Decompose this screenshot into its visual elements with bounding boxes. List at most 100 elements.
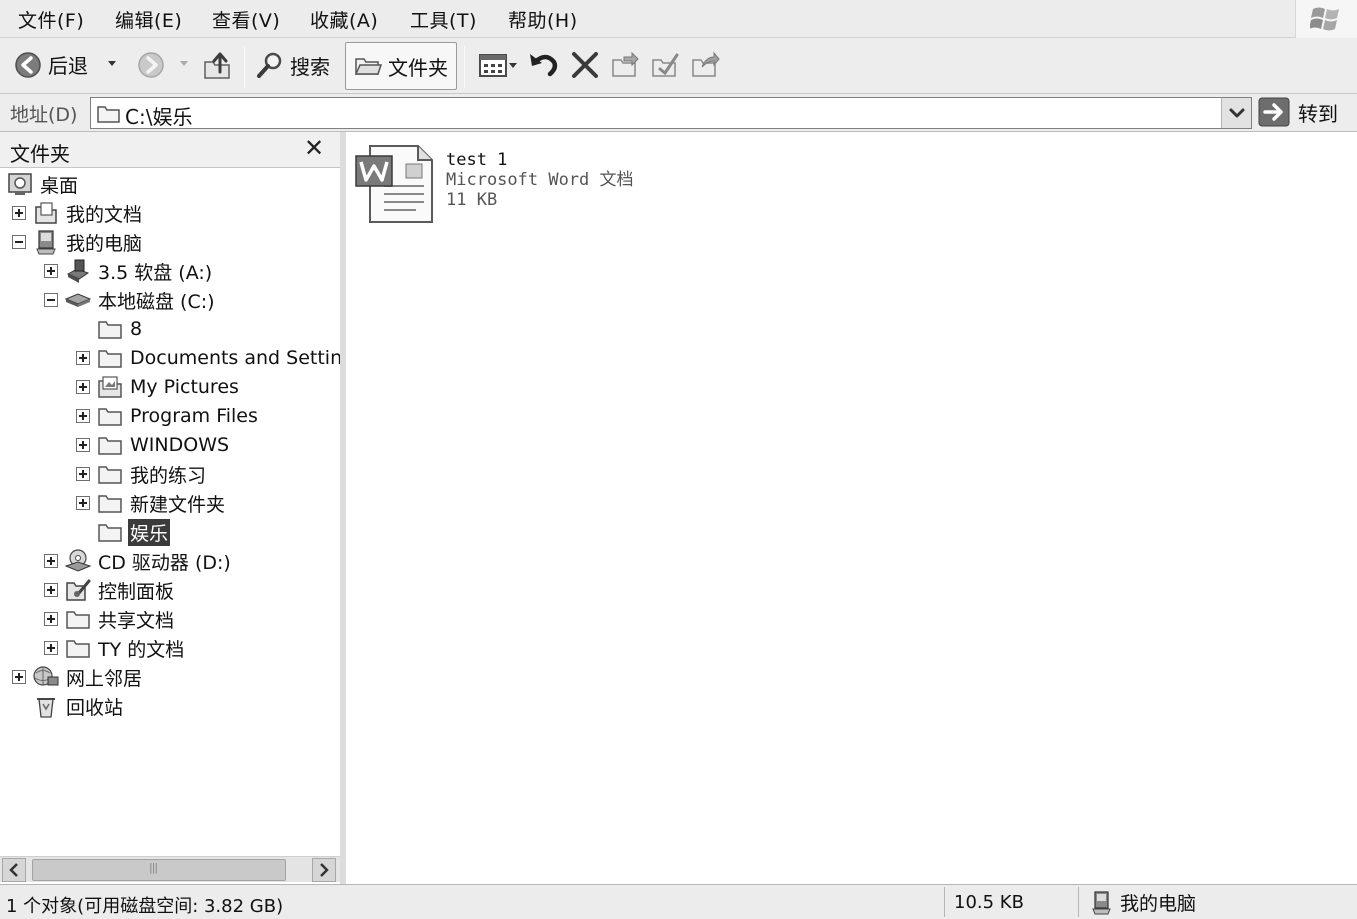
address-dropdown-button[interactable] (1221, 98, 1251, 128)
file-list-pane[interactable]: test 1 Microsoft Word 文档 11 KB (346, 132, 1357, 884)
tree-node-desktop[interactable]: 桌面 (6, 170, 80, 198)
up-folder-icon (204, 52, 230, 79)
forward-button[interactable] (137, 51, 165, 79)
folder-icon (97, 106, 120, 123)
tree-node-my-pictures[interactable]: My Pictures (76, 373, 241, 401)
tree-node-shared-documents[interactable]: 共享文档 (44, 605, 176, 633)
tree-node-network-places[interactable]: 网上邻居 (12, 663, 144, 691)
menu-tools[interactable]: 工具(T) (410, 6, 477, 33)
tree-node-folder-8[interactable]: 8 (76, 315, 144, 343)
expand-plus-icon[interactable] (44, 264, 58, 278)
forward-history-dropdown[interactable] (178, 58, 190, 68)
back-history-dropdown[interactable] (106, 58, 118, 68)
expand-plus-icon[interactable] (44, 641, 58, 655)
views-button[interactable] (478, 52, 518, 80)
tree-node-label: 8 (130, 318, 143, 340)
status-divider (1078, 887, 1079, 917)
address-input[interactable]: C:\娱乐 (90, 97, 1252, 129)
tree-node-floppy-drive[interactable]: 3.5 软盘 (A:) (44, 257, 214, 285)
copy-to-button[interactable] (650, 51, 680, 79)
tree-node-label: 我的文档 (66, 203, 143, 226)
collapse-minus-icon[interactable] (44, 293, 58, 307)
tree-node-label: CD 驱动器 (D:) (98, 551, 231, 574)
back-button[interactable]: 后退 (14, 50, 88, 79)
tree-node-label: 我的练习 (130, 464, 207, 487)
go-label: 转到 (1298, 101, 1338, 126)
status-object-count: 1 个对象(可用磁盘空间: 3.82 GB) (6, 896, 284, 917)
close-pane-button[interactable]: ✕ (304, 134, 324, 162)
tree-node-label: Program Files (130, 405, 258, 427)
cd-drive-icon (64, 548, 92, 574)
tree-node-program-files[interactable]: Program Files (76, 402, 260, 430)
windows-logo (1295, 0, 1357, 38)
file-name: test 1 (446, 150, 508, 170)
tree-node-label: 桌面 (40, 174, 79, 197)
horizontal-scrollbar[interactable] (0, 856, 340, 882)
expand-plus-icon[interactable] (44, 583, 58, 597)
tree-node-ty-documents[interactable]: TY 的文档 (44, 634, 186, 662)
move-to-folder-icon (612, 51, 639, 77)
address-label: 地址(D) (10, 104, 78, 126)
back-arrow-icon (15, 51, 41, 78)
menu-help[interactable]: 帮助(H) (508, 6, 578, 33)
menu-favorites[interactable]: 收藏(A) (310, 6, 378, 33)
tree-node-new-folder[interactable]: 新建文件夹 (76, 489, 227, 517)
expand-plus-icon[interactable] (76, 467, 90, 481)
dropdown-arrow-icon (108, 61, 116, 66)
menu-view[interactable]: 查看(V) (212, 6, 280, 33)
tree-node-control-panel[interactable]: 控制面板 (44, 576, 176, 604)
tree-node-entertainment[interactable]: 娱乐 (76, 518, 171, 546)
search-button[interactable]: 搜索 (256, 50, 330, 80)
tree-node-documents-and-settings[interactable]: Documents and Settin (76, 344, 340, 372)
toolbar: 后退 搜索 文件夹 (0, 38, 1357, 94)
dropdown-arrow-icon (180, 61, 188, 66)
menu-edit[interactable]: 编辑(E) (115, 6, 182, 33)
collapse-minus-icon[interactable] (12, 235, 26, 249)
folder-icon (96, 316, 124, 342)
tree-node-recycle-bin[interactable]: 回收站 (12, 692, 125, 720)
folders-button[interactable]: 文件夹 (345, 42, 457, 90)
tree-node-my-exercises[interactable]: 我的练习 (76, 460, 208, 488)
tree-node-my-computer[interactable]: 我的电脑 (12, 228, 144, 256)
scroll-left-button[interactable] (2, 858, 26, 882)
chevron-down-icon (1229, 108, 1245, 118)
search-icon (257, 52, 282, 78)
tree-node-label: Documents and Settin (130, 347, 340, 369)
folder-tree: 桌面 我的文档 我的电脑 3.5 软盘 (A:) 本地磁盘 (C:) 8 Doc… (0, 170, 340, 860)
expand-plus-icon[interactable] (76, 496, 90, 510)
expand-plus-icon[interactable] (76, 380, 90, 394)
chevron-left-icon (9, 863, 18, 877)
expand-plus-icon[interactable] (76, 438, 90, 452)
move-to-button[interactable] (610, 51, 640, 79)
control-panel-icon (64, 577, 92, 603)
tree-node-local-disk-c[interactable]: 本地磁盘 (C:) (44, 286, 217, 314)
tree-node-label: 控制面板 (98, 580, 175, 603)
scroll-thumb[interactable] (32, 859, 286, 881)
properties-button[interactable] (690, 51, 720, 79)
delete-x-icon (572, 52, 598, 78)
status-zone: 我的电脑 (1090, 889, 1196, 916)
file-details: test 1 Microsoft Word 文档 11 KB (446, 142, 634, 224)
desktop-icon (6, 171, 34, 197)
tree-node-cd-drive-d[interactable]: CD 驱动器 (D:) (44, 547, 233, 575)
delete-button[interactable] (570, 51, 600, 79)
tree-node-my-documents[interactable]: 我的文档 (12, 199, 144, 227)
expand-plus-icon[interactable] (76, 409, 90, 423)
expand-plus-icon[interactable] (44, 612, 58, 626)
scroll-right-button[interactable] (312, 858, 336, 882)
undo-button[interactable] (528, 50, 560, 80)
my-computer-icon (32, 229, 60, 255)
folders-icon (354, 58, 382, 75)
views-grid-icon (479, 54, 517, 77)
expand-plus-icon[interactable] (76, 351, 90, 365)
go-button[interactable]: 转到 (1258, 97, 1338, 127)
toolbar-separator (244, 46, 245, 88)
expand-plus-icon[interactable] (12, 670, 26, 684)
tree-node-windows[interactable]: WINDOWS (76, 431, 231, 459)
folder-pane-title: 文件夹 (10, 142, 70, 166)
expand-plus-icon[interactable] (12, 206, 26, 220)
file-item-test-1[interactable]: test 1 Microsoft Word 文档 11 KB (354, 142, 634, 224)
up-folder-button[interactable] (202, 50, 234, 80)
expand-plus-icon[interactable] (44, 554, 58, 568)
menu-file[interactable]: 文件(F) (18, 6, 84, 33)
